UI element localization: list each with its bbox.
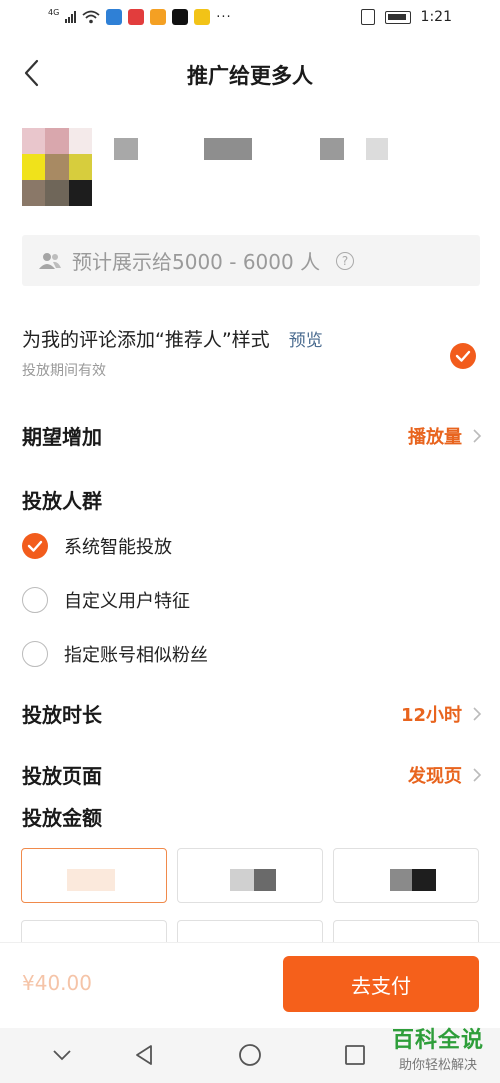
chevron-right-icon <box>473 707 482 721</box>
signal-icon <box>65 11 77 23</box>
amount-option[interactable] <box>333 848 479 903</box>
wifi-icon <box>82 10 100 24</box>
more-notifications: ··· <box>216 9 232 25</box>
expect-selector[interactable]: 播放量 <box>408 423 482 449</box>
estimate-box: 预计展示给5000 - 6000 人 ? <box>22 235 480 286</box>
duration-value: 12小时 <box>400 705 462 726</box>
network-type: 4G <box>48 7 60 17</box>
page-title: 推广给更多人 <box>187 64 313 88</box>
audience-option-label: 系统智能投放 <box>64 537 172 558</box>
check-icon <box>27 540 43 552</box>
duration-label: 投放时长 <box>22 703 102 727</box>
audience-option[interactable]: 系统智能投放 <box>22 533 172 559</box>
chevron-right-icon <box>473 768 482 782</box>
bottom-pay-bar: ¥40.00 去支付 <box>0 942 500 1028</box>
watermark-logo: 百科全说 助你轻松解决 <box>392 1022 484 1073</box>
amount-option[interactable] <box>177 848 323 903</box>
audience-option-label: 自定义用户特征 <box>64 591 190 612</box>
radio-unchecked[interactable] <box>22 641 48 667</box>
video-thumbnail <box>22 128 92 206</box>
battery-icon <box>384 10 411 24</box>
total-price: ¥40.00 <box>22 971 92 995</box>
page-value: 发现页 <box>408 766 462 787</box>
back-triangle-icon[interactable] <box>133 1043 155 1067</box>
chevron-down-icon[interactable] <box>52 1043 72 1067</box>
video-info <box>22 128 482 208</box>
page-label: 投放页面 <box>22 764 102 788</box>
recommender-checkbox[interactable] <box>450 343 476 369</box>
watermark-subtitle: 助你轻松解决 <box>398 1058 477 1073</box>
app-notification-icon <box>150 9 167 25</box>
recents-square-icon[interactable] <box>344 1043 366 1067</box>
users-icon <box>39 252 61 269</box>
check-icon <box>455 350 471 362</box>
watermark-title: 百科全说 <box>391 1028 484 1053</box>
audience-option[interactable]: 自定义用户特征 <box>22 587 190 613</box>
expect-value: 播放量 <box>408 427 462 448</box>
home-circle-icon[interactable] <box>238 1043 262 1067</box>
app-notification-icon <box>194 9 211 25</box>
pay-button[interactable]: 去支付 <box>283 956 479 1012</box>
recommender-label: 为我的评论添加“推荐人”样式 <box>22 329 270 351</box>
app-notification-icon <box>128 9 145 25</box>
amount-option-selected[interactable] <box>21 848 167 903</box>
app-notification-icon <box>106 9 123 25</box>
nav-bar: 推广给更多人 <box>0 50 500 96</box>
amount-label: 投放金额 <box>22 806 102 830</box>
estimate-text: 预计展示给5000 - 6000 人 <box>72 250 321 274</box>
recommender-sub: 投放期间有效 <box>22 363 106 379</box>
status-time: 1:21 <box>420 9 452 25</box>
page-selector[interactable]: 发现页 <box>408 762 482 788</box>
radio-unchecked[interactable] <box>22 587 48 613</box>
preview-link[interactable]: 预览 <box>289 331 323 351</box>
audience-label: 投放人群 <box>22 489 102 513</box>
question-icon[interactable]: ? <box>336 251 355 270</box>
expect-label: 期望增加 <box>22 425 102 449</box>
status-bar: 4G ··· 1:21 <box>0 0 500 38</box>
radio-checked[interactable] <box>22 533 48 559</box>
recommender-option[interactable]: 为我的评论添加“推荐人”样式 预览 投放期间有效 <box>22 325 480 385</box>
chevron-right-icon <box>473 429 482 443</box>
vibrate-icon <box>360 9 375 25</box>
audience-option-label: 指定账号相似粉丝 <box>64 645 208 666</box>
duration-selector[interactable]: 12小时 <box>401 701 482 727</box>
app-notification-icon <box>172 9 189 25</box>
audience-option[interactable]: 指定账号相似粉丝 <box>22 641 208 667</box>
